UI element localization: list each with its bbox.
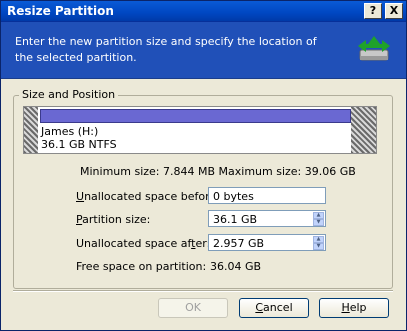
- unallocated-before-label: Unallocated space before:: [76, 190, 220, 203]
- close-title-button[interactable]: X: [385, 3, 403, 19]
- spin-up-icon: ▲: [313, 236, 324, 243]
- partition-info: 36.1 GB NTFS: [41, 138, 117, 151]
- instruction-text: Enter the new partition size and specify…: [15, 35, 317, 64]
- partition-name: James (H:): [41, 125, 99, 138]
- unallocated-after-area: [351, 107, 376, 153]
- partition-size-label: Partition size:: [76, 213, 151, 226]
- spin-up-icon: ▲: [313, 212, 324, 219]
- partition-block[interactable]: James (H:) 36.1 GB NTFS: [38, 107, 351, 153]
- unallocated-after-field[interactable]: 2.957 GB ▲ ▼: [208, 234, 326, 251]
- group-title: Size and Position: [19, 88, 119, 101]
- partition-size-spinner[interactable]: ▲ ▼: [313, 212, 324, 226]
- help-button[interactable]: Help: [319, 298, 389, 318]
- window-title: Resize Partition: [7, 4, 114, 18]
- unallocated-after-spinner[interactable]: ▲ ▼: [313, 236, 324, 250]
- resize-disk-icon: [356, 36, 392, 69]
- button-separator: [13, 290, 393, 292]
- size-limits: Minimum size: 7.844 MB Maximum size: 39.…: [80, 165, 356, 178]
- unallocated-before-field[interactable]: 0 bytes: [208, 187, 326, 204]
- instruction-banner: Enter the new partition size and specify…: [1, 22, 406, 79]
- unallocated-after-label: Unallocated space after:: [76, 237, 211, 250]
- ok-button[interactable]: OK: [158, 298, 228, 318]
- help-title-button[interactable]: ?: [364, 3, 382, 19]
- spin-down-icon: ▼: [313, 219, 324, 226]
- spin-down-icon: ▼: [313, 243, 324, 250]
- unallocated-after-value: 2.957 GB: [213, 237, 265, 250]
- partition-resize-bar[interactable]: [40, 109, 351, 123]
- title-bar[interactable]: Resize Partition ? X: [1, 1, 406, 22]
- free-space-label: Free space on partition:: [76, 260, 207, 273]
- free-space-value: 36.04 GB: [210, 260, 262, 273]
- partition-size-field[interactable]: 36.1 GB ▲ ▼: [208, 210, 326, 227]
- unallocated-before-area: [24, 107, 38, 153]
- partition-map[interactable]: James (H:) 36.1 GB NTFS: [23, 106, 377, 154]
- partition-size-value: 36.1 GB: [213, 213, 258, 226]
- unallocated-before-value: 0 bytes: [213, 190, 254, 203]
- resize-partition-dialog: Resize Partition ? X Enter the new parti…: [0, 0, 407, 331]
- cancel-button[interactable]: Cancel: [239, 298, 309, 318]
